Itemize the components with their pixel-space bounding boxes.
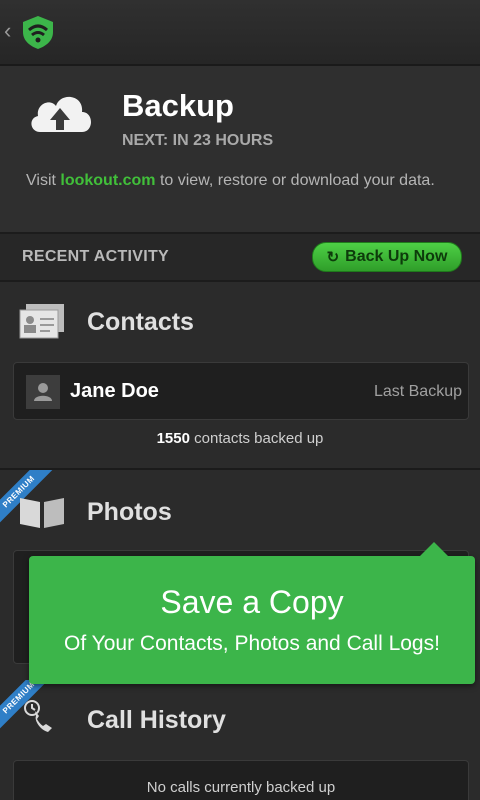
contact-row[interactable]: Jane Doe Last Backup (13, 362, 469, 420)
contacts-count: 1550 contacts backed up (0, 430, 480, 447)
calls-empty-text: No calls currently backed up (146, 779, 336, 796)
back-up-now-label: Back Up Now (345, 248, 448, 265)
avatar (26, 375, 60, 409)
promo-tooltip[interactable]: Save a Copy Of Your Contacts, Photos and… (29, 542, 475, 684)
phone-clock-icon (24, 700, 52, 732)
contacts-title: Contacts (87, 308, 194, 336)
call-history-title: Call History (87, 706, 226, 734)
tooltip-title: Save a Copy (160, 584, 344, 620)
desc-suffix: to view, restore or download your data. (155, 172, 435, 189)
person-icon (34, 383, 52, 401)
lookout-shield-icon[interactable] (20, 14, 56, 50)
lookout-link[interactable]: lookout.com (60, 172, 155, 189)
contacts-count-text: contacts backed up (189, 430, 324, 447)
photos-book-icon (20, 498, 64, 528)
tooltip-arrow (419, 542, 449, 557)
recent-activity-bar: RECENT ACTIVITY ↻ Back Up Now (0, 234, 480, 282)
contacts-count-number: 1550 (156, 430, 190, 447)
contact-name: Jane Doe (70, 380, 159, 402)
calls-card: No calls currently backed up (13, 760, 469, 800)
back-chevron-icon[interactable]: ‹ (4, 18, 11, 44)
page-title: Backup (122, 88, 234, 123)
next-backup-time: NEXT: IN 23 HOURS (122, 132, 274, 149)
cloud-upload-icon (31, 96, 91, 132)
contacts-card-icon (19, 304, 64, 339)
photos-title: Photos (87, 498, 172, 526)
backup-description: Visit lookout.com to view, restore or do… (26, 170, 446, 191)
back-up-now-button[interactable]: ↻ Back Up Now (312, 242, 462, 272)
backup-header: Backup NEXT: IN 23 HOURS Visit lookout.c… (0, 66, 480, 234)
refresh-icon: ↻ (326, 249, 340, 266)
recent-activity-label: RECENT ACTIVITY (22, 248, 170, 265)
contacts-section: Contacts Jane Doe Last Backup 1550 conta… (0, 282, 480, 468)
last-backup-label: Last Backup (373, 383, 462, 400)
desc-prefix: Visit (26, 172, 61, 189)
tooltip-subtitle: Of Your Contacts, Photos and Call Logs! (64, 632, 440, 655)
call-history-section: PREMIUM Call History No calls currently … (0, 680, 480, 800)
action-bar: ‹ (0, 0, 480, 66)
